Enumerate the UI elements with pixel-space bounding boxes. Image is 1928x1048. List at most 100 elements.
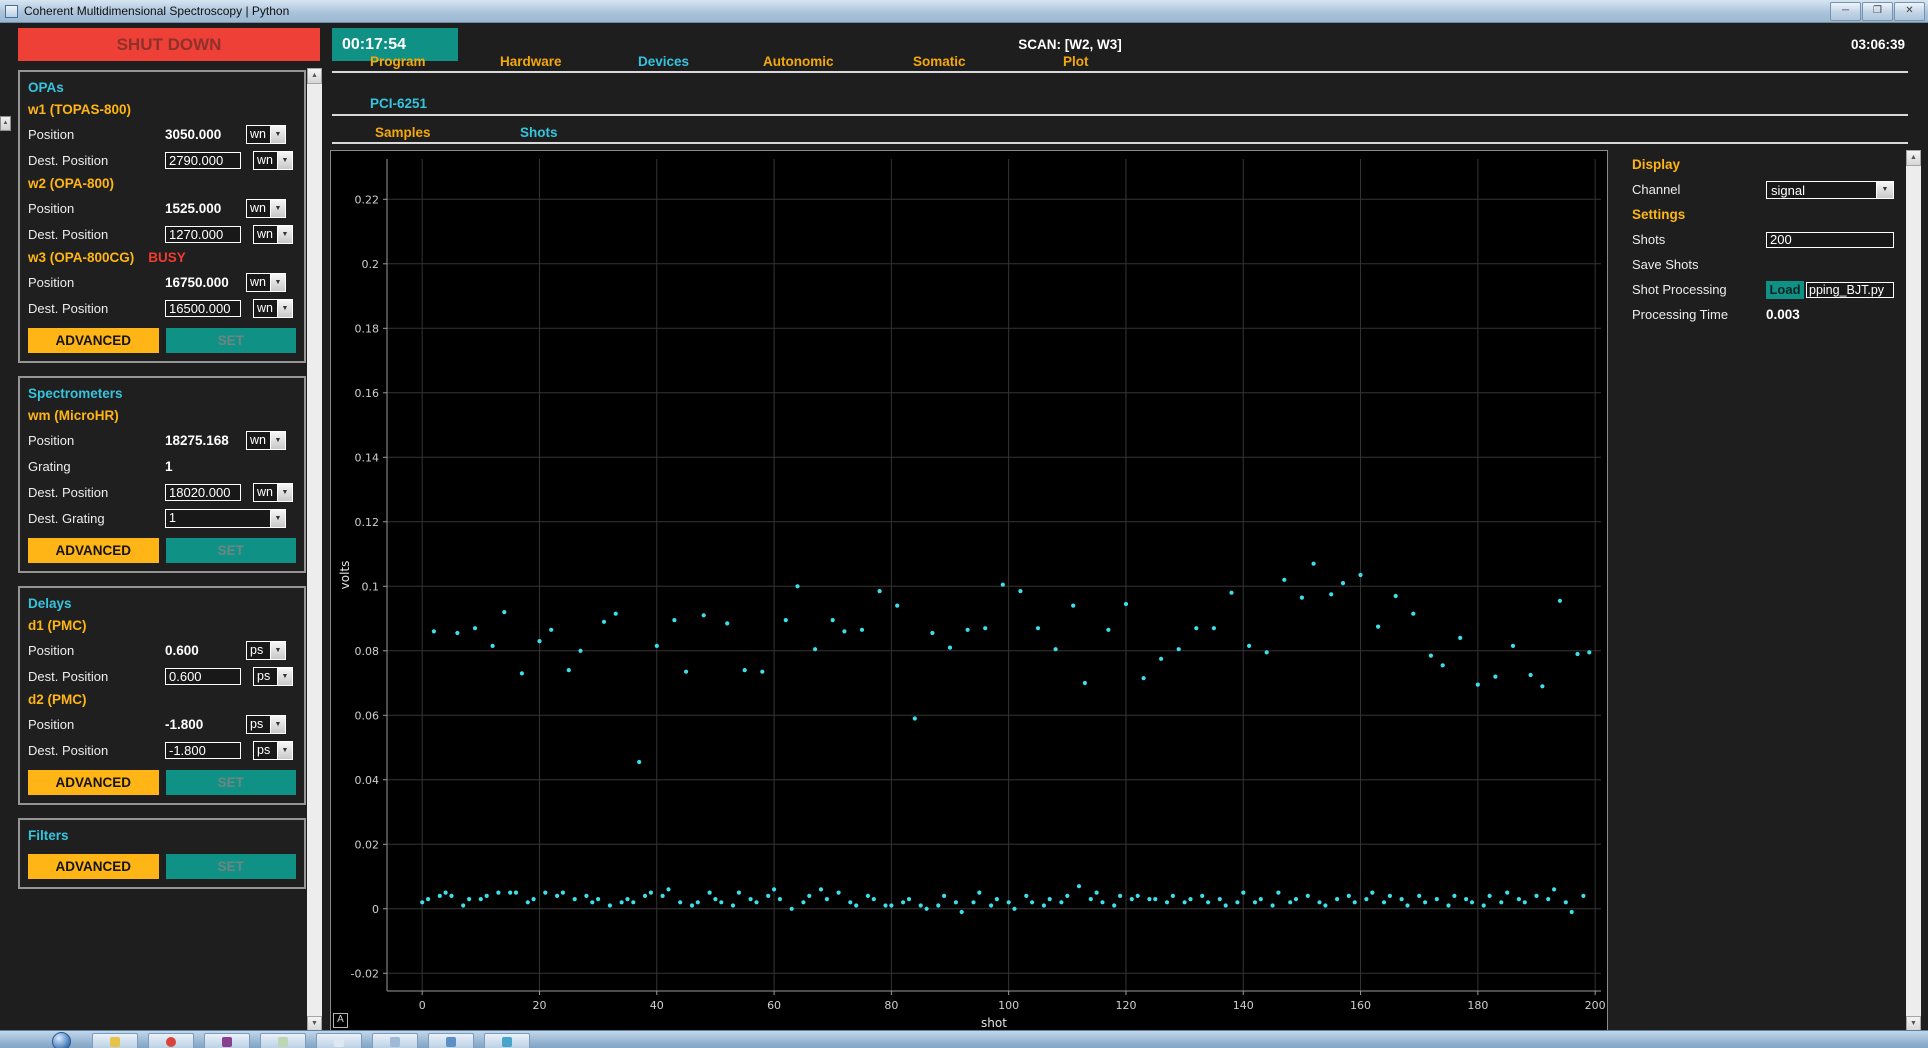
tab-shots[interactable]: Shots <box>520 125 558 140</box>
group-name: d1 (PMC) <box>28 615 296 637</box>
scroll-up-button[interactable]: ▲ <box>1906 150 1921 166</box>
field-input[interactable] <box>165 152 241 169</box>
unit-select[interactable]: ps▼ <box>253 741 293 760</box>
chevron-down-icon[interactable]: ▼ <box>277 484 292 501</box>
unit-select[interactable]: ps▼ <box>246 641 286 660</box>
restore-button[interactable]: ❐ <box>1862 2 1893 21</box>
plot-canvas[interactable]: -0.0200.020.040.060.080.10.120.140.160.1… <box>331 151 1607 1031</box>
chevron-down-icon[interactable]: ▼ <box>270 274 285 291</box>
data-point <box>1259 897 1263 901</box>
unit-select[interactable]: wn▼ <box>253 225 293 244</box>
chevron-down-icon[interactable]: ▼ <box>277 152 292 169</box>
wm-microhr-dest-grating-row: Dest. Grating1▼ <box>28 505 296 531</box>
svg-text:120: 120 <box>1115 999 1136 1012</box>
unit-select[interactable]: ps▼ <box>253 667 293 686</box>
tab-autonomic[interactable]: Autonomic <box>763 54 834 69</box>
load-button[interactable]: Load <box>1766 281 1804 299</box>
set-button[interactable]: SET <box>166 854 297 879</box>
unit-select[interactable]: wn▼ <box>246 199 286 218</box>
chevron-down-icon[interactable]: ▼ <box>270 126 285 143</box>
tab-somatic[interactable]: Somatic <box>913 54 966 69</box>
processing-time-label: Processing Time <box>1632 307 1766 322</box>
field-input[interactable] <box>165 300 241 317</box>
advanced-button[interactable]: ADVANCED <box>28 854 159 879</box>
field-input[interactable] <box>165 226 241 243</box>
start-button-icon[interactable] <box>52 1032 71 1048</box>
data-point <box>1147 897 1151 901</box>
data-point <box>1488 894 1492 898</box>
data-point <box>1570 910 1574 914</box>
field-input[interactable] <box>165 742 241 759</box>
chevron-down-icon[interactable]: ▼ <box>270 432 285 449</box>
data-point <box>1312 562 1316 566</box>
field-input[interactable] <box>165 668 241 685</box>
chevron-down-icon[interactable]: ▼ <box>270 716 285 733</box>
advanced-button[interactable]: ADVANCED <box>28 770 159 795</box>
taskbar-icon[interactable] <box>92 1033 138 1048</box>
data-point <box>455 631 459 635</box>
data-point <box>1540 684 1544 688</box>
data-point <box>1335 897 1339 901</box>
section-title: Spectrometers <box>28 383 296 405</box>
left-scrollbar[interactable]: ▲ ▼ <box>307 68 322 1032</box>
chevron-down-icon[interactable]: ▼ <box>270 642 285 659</box>
data-point <box>1493 675 1497 679</box>
chevron-down-icon[interactable]: ▼ <box>277 668 292 685</box>
taskbar-icon[interactable] <box>260 1033 306 1048</box>
data-point <box>913 716 917 720</box>
unit-select[interactable]: wn▼ <box>246 431 286 450</box>
autoscale-button[interactable]: A <box>333 1013 348 1028</box>
data-point <box>942 894 946 898</box>
unit-select[interactable]: ps▼ <box>246 715 286 734</box>
taskbar-icon[interactable] <box>428 1033 474 1048</box>
data-point <box>837 891 841 895</box>
taskbar-icon[interactable] <box>372 1033 418 1048</box>
unit-select[interactable]: wn▼ <box>253 151 293 170</box>
chevron-down-icon[interactable]: ▼ <box>277 742 292 759</box>
set-button[interactable]: SET <box>166 770 297 795</box>
set-button[interactable]: SET <box>166 538 297 563</box>
svg-text:0.02: 0.02 <box>355 838 380 851</box>
data-point <box>1124 602 1128 606</box>
tab-devices[interactable]: Devices <box>638 54 689 69</box>
tab-plot[interactable]: Plot <box>1063 54 1089 69</box>
data-point <box>1458 636 1462 640</box>
advanced-button[interactable]: ADVANCED <box>28 538 159 563</box>
taskbar-icon[interactable] <box>148 1033 194 1048</box>
section-opas: OPAsw1 (TOPAS-800)Position3050.000wn▼Des… <box>18 70 306 363</box>
set-button[interactable]: SET <box>166 328 297 353</box>
tab-samples[interactable]: Samples <box>375 125 431 140</box>
chevron-down-icon[interactable]: ▼ <box>277 300 292 317</box>
chevron-down-icon[interactable]: ▼ <box>277 226 292 243</box>
taskbar-icon[interactable] <box>484 1033 530 1048</box>
shot-processing-file-input[interactable] <box>1806 282 1894 298</box>
scroll-up-button[interactable]: ▲ <box>307 68 322 84</box>
unit-select[interactable]: wn▼ <box>253 299 293 318</box>
unit-select[interactable]: wn▼ <box>253 483 293 502</box>
tab-program[interactable]: Program <box>370 54 426 69</box>
field-input[interactable] <box>165 484 241 501</box>
data-point <box>649 891 653 895</box>
advanced-button[interactable]: ADVANCED <box>28 328 159 353</box>
field-label: Dest. Grating <box>28 511 165 526</box>
taskbar-icon[interactable] <box>316 1033 362 1048</box>
chevron-down-icon[interactable]: ▼ <box>270 200 285 217</box>
taskbar-icon[interactable] <box>204 1033 250 1048</box>
scroll-up-button[interactable]: ▲ <box>0 116 11 131</box>
minimize-button[interactable]: ─ <box>1830 2 1861 21</box>
channel-select[interactable]: signal ▼ <box>1766 181 1894 199</box>
shutdown-button[interactable]: SHUT DOWN <box>18 28 320 61</box>
data-point <box>1200 894 1204 898</box>
close-button[interactable]: ✕ <box>1894 2 1925 21</box>
tab-pci-6251[interactable]: PCI-6251 <box>370 96 427 111</box>
tab-hardware[interactable]: Hardware <box>500 54 562 69</box>
divider <box>332 71 1908 73</box>
svg-text:0.04: 0.04 <box>355 774 380 787</box>
unit-select[interactable]: wn▼ <box>246 273 286 292</box>
chevron-down-icon[interactable]: ▼ <box>270 510 285 527</box>
right-scrollbar[interactable]: ▲ ▼ <box>1906 150 1921 1032</box>
unit-select[interactable]: wn▼ <box>246 125 286 144</box>
shots-input[interactable] <box>1766 232 1894 248</box>
chevron-down-icon[interactable]: ▼ <box>1876 182 1893 198</box>
field-select[interactable]: 1▼ <box>165 509 286 528</box>
